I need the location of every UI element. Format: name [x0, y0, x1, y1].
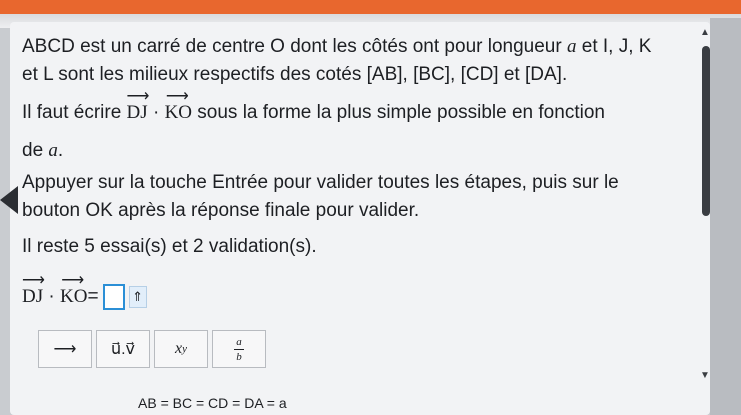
- attempts-remaining: Il reste 5 essai(s) et 2 validation(s).: [22, 236, 317, 257]
- power-button[interactable]: xy: [154, 330, 208, 368]
- side-equality: AB = BC = CD = DA = a: [138, 395, 287, 411]
- problem-line-2: et L sont les milieux respectifs des cot…: [22, 64, 568, 85]
- problem-line-4: de a.: [22, 140, 64, 161]
- vector-ko: KO: [165, 86, 193, 124]
- hat-icon[interactable]: ⇑: [128, 285, 147, 308]
- equals-sign: =: [87, 286, 99, 307]
- answer-vector-dj: DJ: [22, 270, 43, 308]
- answer-row: DJ · KO=⇑: [22, 270, 147, 310]
- scroll-up-icon[interactable]: ▲: [700, 27, 710, 38]
- vector-arrow-button[interactable]: ⟶: [38, 330, 92, 368]
- left-collapse-arrow-icon[interactable]: [0, 186, 18, 214]
- fraction-button[interactable]: a b: [212, 330, 266, 368]
- scrollbar-thumb[interactable]: [702, 46, 710, 216]
- math-toolbar: ⟶ u⃗.v⃗ xy a b: [38, 330, 270, 368]
- vector-dj: DJ: [127, 86, 148, 124]
- problem-line-1: ABCD est un carré de centre O dont les c…: [22, 36, 652, 57]
- answer-input[interactable]: [102, 283, 125, 310]
- dot-product-button[interactable]: u⃗.v⃗: [96, 330, 150, 368]
- instruction-line-2: bouton OK après la réponse finale pour v…: [22, 200, 420, 221]
- problem-line-3: Il faut écrire DJ · KO sous la forme la …: [22, 86, 605, 124]
- scroll-down-icon[interactable]: ▼: [700, 370, 710, 381]
- instruction-line-1: Appuyer sur la touche Entrée pour valide…: [22, 172, 619, 193]
- right-panel-edge: [710, 18, 741, 415]
- answer-vector-ko: KO: [60, 270, 88, 308]
